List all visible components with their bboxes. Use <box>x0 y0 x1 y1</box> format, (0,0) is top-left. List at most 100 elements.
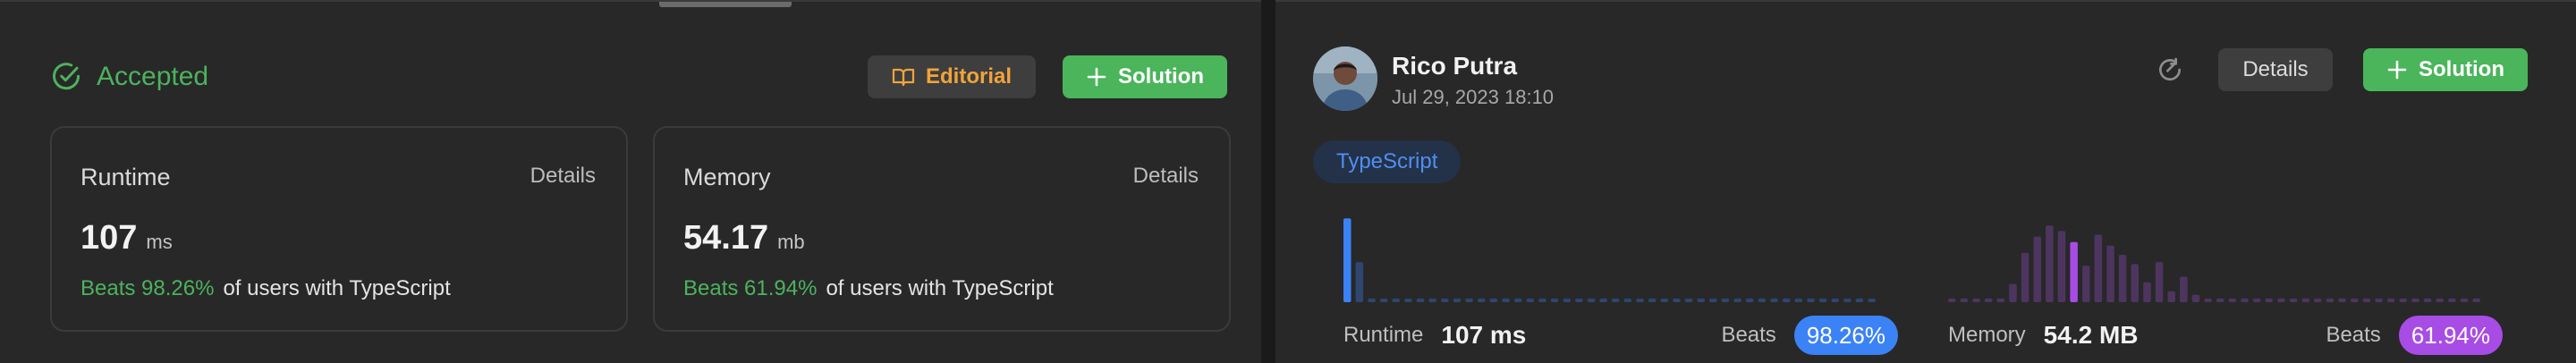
runtime-bar-42[interactable] <box>1855 298 1864 302</box>
memory-card[interactable]: Memory Details 54.17 mb Beats 61.94% of u… <box>653 126 1231 332</box>
runtime-bar-27[interactable] <box>1673 298 1681 302</box>
runtime-details-link[interactable]: Details <box>530 164 596 189</box>
runtime-bar-14[interactable] <box>1513 298 1522 302</box>
memory-bar-8[interactable] <box>2046 225 2054 302</box>
runtime-bar-24[interactable] <box>1636 298 1644 302</box>
refresh-icon[interactable] <box>2156 55 2184 84</box>
memory-bar-14[interactable] <box>2118 255 2127 302</box>
runtime-bar-37[interactable] <box>1794 298 1803 302</box>
memory-bar-22[interactable] <box>2216 298 2224 302</box>
memory-bar-6[interactable] <box>2021 252 2029 302</box>
runtime-bar-1[interactable] <box>1355 262 1364 302</box>
runtime-bar-25[interactable] <box>1648 298 1657 302</box>
memory-bar-30[interactable] <box>2314 298 2322 302</box>
details-button[interactable]: Details <box>2218 48 2333 91</box>
memory-details-link[interactable]: Details <box>1133 164 1199 189</box>
memory-bar-9[interactable] <box>2057 231 2066 302</box>
runtime-bar-34[interactable] <box>1758 298 1767 302</box>
memory-bar-39[interactable] <box>2423 298 2432 302</box>
post-solution-button[interactable]: Solution <box>1063 55 1227 98</box>
memory-bar-17[interactable] <box>2155 262 2164 302</box>
memory-bar-38[interactable] <box>2411 298 2419 302</box>
memory-bar-42[interactable] <box>2460 298 2469 302</box>
memory-bar-33[interactable] <box>2351 298 2359 302</box>
memory-bar-15[interactable] <box>2131 264 2140 302</box>
runtime-bar-13[interactable] <box>1502 298 1510 302</box>
memory-bar-27[interactable] <box>2277 298 2285 302</box>
pane-resize-divider[interactable] <box>1261 0 1275 363</box>
runtime-bar-29[interactable] <box>1697 298 1706 302</box>
runtime-bar-2[interactable] <box>1368 298 1376 302</box>
runtime-bar-11[interactable] <box>1478 298 1486 302</box>
memory-bar-13[interactable] <box>2106 245 2114 302</box>
memory-bar-10[interactable] <box>2070 241 2078 302</box>
runtime-bar-21[interactable] <box>1599 298 1607 302</box>
memory-bar-41[interactable] <box>2448 298 2456 302</box>
runtime-bar-40[interactable] <box>1831 298 1840 302</box>
runtime-bar-28[interactable] <box>1684 298 1693 302</box>
runtime-bar-31[interactable] <box>1721 298 1730 302</box>
runtime-bar-32[interactable] <box>1733 298 1741 302</box>
memory-bar-29[interactable] <box>2301 298 2310 302</box>
runtime-bar-38[interactable] <box>1807 298 1815 302</box>
memory-bar-12[interactable] <box>2094 234 2103 303</box>
runtime-bar-18[interactable] <box>1563 298 1572 302</box>
memory-bar-20[interactable] <box>2191 294 2200 302</box>
runtime-bar-39[interactable] <box>1818 298 1827 302</box>
memory-bar-32[interactable] <box>2338 298 2346 302</box>
runtime-bar-41[interactable] <box>1843 298 1852 302</box>
runtime-bar-9[interactable] <box>1453 298 1462 302</box>
runtime-bar-36[interactable] <box>1782 298 1791 302</box>
memory-bar-24[interactable] <box>2241 298 2249 302</box>
author-name[interactable]: Rico Putra <box>1392 52 1517 80</box>
runtime-bar-0[interactable] <box>1343 218 1352 302</box>
memory-bar-40[interactable] <box>2436 298 2445 302</box>
memory-bar-19[interactable] <box>2180 276 2188 302</box>
runtime-bar-23[interactable] <box>1623 298 1632 302</box>
memory-bar-3[interactable] <box>1984 298 1993 302</box>
memory-bar-21[interactable] <box>2204 298 2212 302</box>
memory-bar-11[interactable] <box>2082 266 2090 302</box>
runtime-bar-6[interactable] <box>1416 298 1425 302</box>
runtime-bar-26[interactable] <box>1660 298 1669 302</box>
memory-bar-25[interactable] <box>2252 298 2261 302</box>
avatar[interactable] <box>1313 46 1377 111</box>
runtime-bar-8[interactable] <box>1441 298 1449 302</box>
memory-bar-34[interactable] <box>2362 298 2371 302</box>
runtime-bar-22[interactable] <box>1612 298 1620 302</box>
memory-bar-2[interactable] <box>1972 298 1980 302</box>
runtime-bar-17[interactable] <box>1550 298 1559 302</box>
runtime-bar-35[interactable] <box>1770 298 1778 302</box>
runtime-bar-7[interactable] <box>1428 298 1437 302</box>
post-solution-button-secondary[interactable]: Solution <box>2363 48 2528 91</box>
memory-bar-28[interactable] <box>2289 298 2298 302</box>
memory-bar-23[interactable] <box>2228 298 2237 302</box>
runtime-bar-12[interactable] <box>1489 298 1498 302</box>
memory-bar-26[interactable] <box>2265 298 2274 302</box>
runtime-bar-4[interactable] <box>1392 298 1401 302</box>
memory-bar-18[interactable] <box>2167 291 2176 302</box>
memory-bar-4[interactable] <box>1996 298 2005 302</box>
runtime-bar-20[interactable] <box>1587 298 1596 302</box>
runtime-bar-10[interactable] <box>1465 298 1473 302</box>
runtime-bar-30[interactable] <box>1709 298 1717 302</box>
memory-bar-5[interactable] <box>2009 283 2017 302</box>
memory-bar-16[interactable] <box>2143 282 2151 302</box>
runtime-bar-15[interactable] <box>1526 298 1535 302</box>
runtime-bar-5[interactable] <box>1404 298 1412 302</box>
memory-bar-35[interactable] <box>2375 298 2383 302</box>
runtime-bar-3[interactable] <box>1379 298 1388 302</box>
memory-bar-1[interactable] <box>1960 298 1969 302</box>
editorial-button[interactable]: Editorial <box>868 55 1036 98</box>
runtime-bar-16[interactable] <box>1538 298 1546 302</box>
memory-bar-36[interactable] <box>2386 298 2395 302</box>
memory-bar-37[interactable] <box>2399 298 2408 302</box>
memory-bar-43[interactable] <box>2472 298 2480 302</box>
runtime-card[interactable]: Runtime Details 107 ms Beats 98.26% of us… <box>50 126 628 332</box>
memory-bar-0[interactable] <box>1948 298 1956 302</box>
memory-bar-31[interactable] <box>2326 298 2334 302</box>
runtime-bar-43[interactable] <box>1868 298 1876 302</box>
memory-bar-7[interactable] <box>2033 236 2042 302</box>
runtime-bar-33[interactable] <box>1746 298 1754 302</box>
runtime-bar-19[interactable] <box>1575 298 1583 302</box>
